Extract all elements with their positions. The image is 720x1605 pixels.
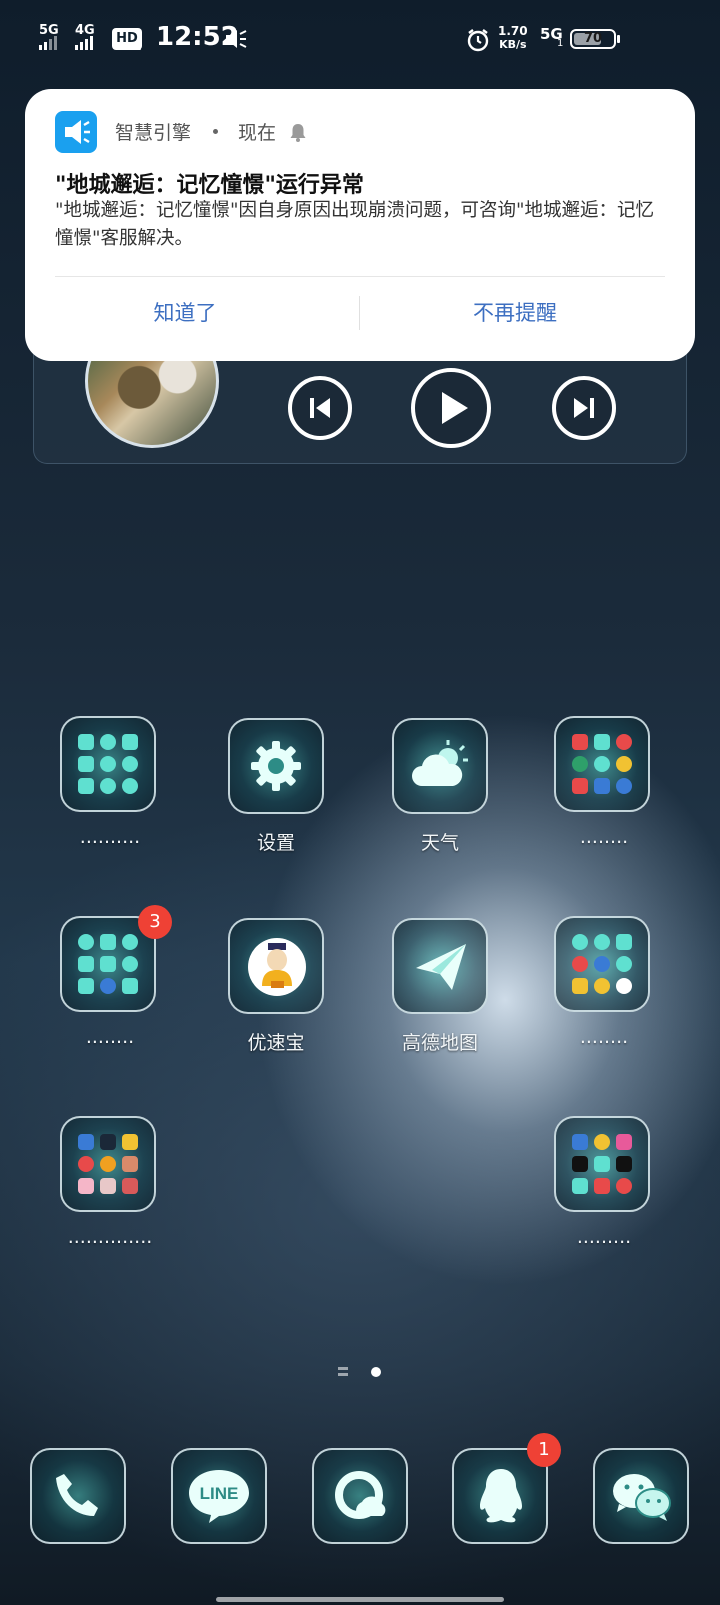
next-icon xyxy=(574,398,594,418)
speed-unit: KB/s xyxy=(499,38,527,51)
notification-badge: 1 xyxy=(527,1433,561,1467)
notification-body: "地城邂逅：记忆憧憬"因自身原因出现崩溃问题，可咨询"地城邂逅：记忆憧憬"客服解… xyxy=(55,200,655,249)
settings-app[interactable] xyxy=(228,718,324,814)
got-it-button[interactable]: 知道了 xyxy=(35,296,335,330)
page-indicator-home xyxy=(338,1373,348,1376)
page-indicator-home[interactable] xyxy=(338,1367,348,1370)
notification-app-name: 智慧引擎 xyxy=(115,122,192,144)
separator-dot xyxy=(213,129,218,134)
weather-app[interactable] xyxy=(392,718,488,814)
volume-icon xyxy=(226,30,247,48)
notification-badge: 3 xyxy=(138,905,172,939)
browser-icon xyxy=(335,1471,386,1519)
signal-bars-icon xyxy=(39,36,57,50)
notification-title: "地城邂逅：记忆憧憬"运行异常 xyxy=(55,172,364,198)
app-engine-icon xyxy=(55,111,97,153)
youxinbao-label: 优速宝 xyxy=(247,1032,305,1054)
settings-label: 设置 xyxy=(256,832,295,854)
app-folder-5[interactable] xyxy=(60,1116,156,1212)
divider xyxy=(359,296,360,330)
previous-button[interactable] xyxy=(288,376,352,440)
dont-remind-button[interactable]: 不再提醒 xyxy=(365,296,665,330)
app-folder-2[interactable] xyxy=(554,716,650,812)
sim-sub-label: 1 xyxy=(557,38,564,49)
line-app[interactable]: LINE xyxy=(171,1448,267,1544)
folder-5-label: .............. xyxy=(67,1226,153,1248)
previous-icon xyxy=(310,398,330,418)
battery-level: 70 xyxy=(583,31,603,46)
alarm-icon xyxy=(467,29,489,52)
next-button[interactable] xyxy=(552,376,616,440)
hd-sub-label: 2 xyxy=(134,40,142,53)
weather-cloud-icon xyxy=(412,740,468,786)
app-folder-6[interactable] xyxy=(554,1116,650,1212)
folder-4-label: ........ xyxy=(579,1026,629,1048)
folder-6-label: ......... xyxy=(576,1226,632,1248)
divider xyxy=(55,276,665,277)
notification-card[interactable]: 智慧引擎 现在 "地城邂逅：记忆憧憬"运行异常 "地城邂逅：记忆憧憬"因自身原因… xyxy=(25,89,695,361)
browser-app[interactable] xyxy=(312,1448,408,1544)
phone-app[interactable] xyxy=(30,1448,126,1544)
folder-1-label: .......... xyxy=(79,826,141,848)
status-bar: 5G 4G HD 2 12:52 1.70 KB/s 5G 1 70 xyxy=(0,0,720,80)
qq-penguin-icon xyxy=(480,1469,522,1523)
youxinbao-app[interactable] xyxy=(228,918,324,1014)
app-folder-4[interactable] xyxy=(554,916,650,1012)
weather-label: 天气 xyxy=(420,832,459,854)
amap-label: 高德地图 xyxy=(401,1032,478,1054)
gear-icon xyxy=(251,741,301,791)
folder-2-label: ........ xyxy=(579,826,629,848)
courier-avatar-icon xyxy=(248,938,306,996)
speed-value: 1.70 xyxy=(498,24,528,38)
play-button[interactable] xyxy=(411,368,491,448)
phone-icon xyxy=(56,1474,98,1516)
battery-icon: 70 xyxy=(570,29,616,49)
app-folder-1[interactable] xyxy=(60,716,156,812)
network-speed: 1.70 KB/s xyxy=(498,24,528,52)
battery-cap xyxy=(617,35,620,43)
folder-3-label: ........ xyxy=(85,1026,135,1048)
wechat-icon xyxy=(613,1474,671,1521)
bell-icon xyxy=(290,124,306,142)
wechat-app[interactable] xyxy=(593,1448,689,1544)
amap-app[interactable] xyxy=(392,918,488,1014)
line-label: LINE xyxy=(199,1484,239,1503)
paper-plane-icon xyxy=(416,944,466,990)
signal-bars-icon xyxy=(75,36,93,50)
page-indicator-current[interactable] xyxy=(371,1367,381,1377)
notification-time: 现在 xyxy=(238,122,277,144)
home-gesture-bar[interactable] xyxy=(216,1597,504,1602)
play-icon xyxy=(442,392,468,424)
